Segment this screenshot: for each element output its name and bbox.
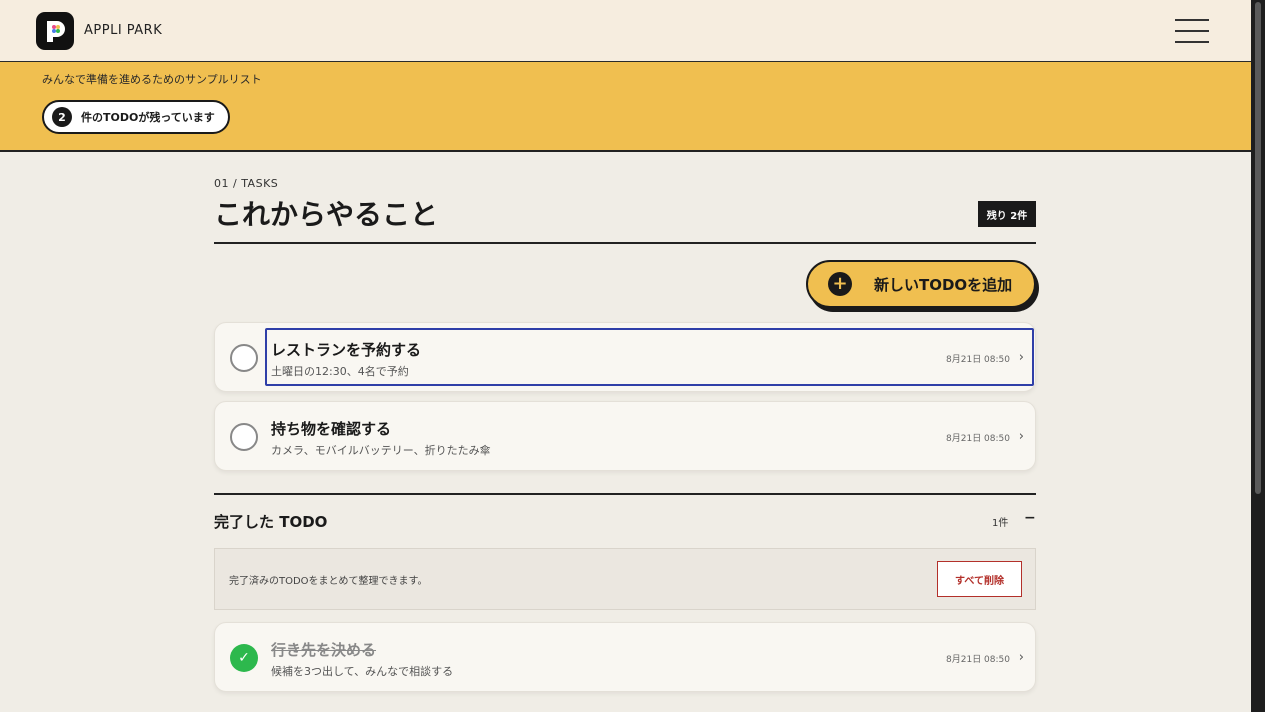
app-name: APPLI PARK — [84, 23, 163, 38]
plus-icon: + — [828, 272, 852, 296]
completed-todo-item[interactable]: ✓ 行き先を決める 候補を3つ出して、みんなで相談する 8月21日 08:50 … — [214, 622, 1036, 692]
remaining-count-badge: 2 — [52, 107, 72, 127]
hamburger-menu-icon[interactable] — [1175, 18, 1209, 44]
chevron-right-icon: › — [1018, 650, 1024, 665]
remaining-pill: 2 件のTODOが残っています — [42, 100, 230, 134]
todo-title: 行き先を決める — [271, 641, 377, 659]
add-todo-label: 新しいTODOを追加 — [874, 275, 1013, 294]
app-header: APPLI PARK — [0, 0, 1251, 62]
complete-checkbox[interactable] — [230, 423, 258, 451]
delete-all-button[interactable]: すべて削除 — [937, 561, 1022, 597]
complete-checkbox[interactable] — [230, 344, 258, 372]
todo-timestamp: 8月21日 08:50 — [946, 655, 1010, 665]
page: APPLI PARK みんなで準備を進めるためのサンプルリスト 2 件のTODO… — [0, 0, 1251, 712]
completed-heading: 完了した TODO — [214, 513, 328, 531]
todo-item[interactable]: 持ち物を確認する カメラ、モバイルバッテリー、折りたたみ傘 8月21日 08:5… — [214, 401, 1036, 471]
todo-timestamp: 8月21日 08:50 — [946, 355, 1010, 365]
chevron-right-icon: › — [1018, 350, 1024, 365]
todo-description: 土曜日の12:30、4名で予約 — [271, 365, 409, 378]
banner-subtitle: みんなで準備を進めるためのサンプルリスト — [42, 73, 262, 86]
chevron-right-icon: › — [1018, 429, 1024, 444]
todo-item[interactable]: レストランを予約する 土曜日の12:30、4名で予約 8月21日 08:50 › — [214, 322, 1036, 392]
remaining-badge: 残り 2件 — [978, 201, 1036, 227]
bulk-description: 完了済みのTODOをまとめて整理できます。 — [229, 576, 428, 587]
bulk-actions-panel: 完了済みのTODOをまとめて整理できます。 すべて削除 — [214, 548, 1036, 610]
section-divider — [214, 493, 1036, 495]
summary-banner: みんなで準備を進めるためのサンプルリスト 2 件のTODOが残っています — [0, 62, 1251, 152]
collapse-toggle-icon[interactable]: − — [1024, 510, 1036, 526]
completed-count: 1件 — [992, 518, 1009, 529]
todo-description: 候補を3つ出して、みんなで相談する — [271, 665, 454, 678]
todo-title: 持ち物を確認する — [271, 420, 392, 438]
section-eyebrow: 01 / TASKS — [214, 177, 279, 190]
section-divider — [214, 242, 1036, 244]
todo-title: レストランを予約する — [271, 341, 422, 359]
scrollbar-thumb[interactable] — [1255, 2, 1261, 494]
page-title: これからやること — [214, 198, 439, 231]
todo-timestamp: 8月21日 08:50 — [946, 434, 1010, 444]
remaining-text: 件のTODOが残っています — [81, 111, 215, 124]
add-todo-button[interactable]: + 新しいTODOを追加 — [806, 260, 1036, 308]
todo-description: カメラ、モバイルバッテリー、折りたたみ傘 — [271, 444, 491, 457]
checkmark-icon[interactable]: ✓ — [230, 644, 258, 672]
app-logo-icon[interactable] — [36, 12, 74, 50]
